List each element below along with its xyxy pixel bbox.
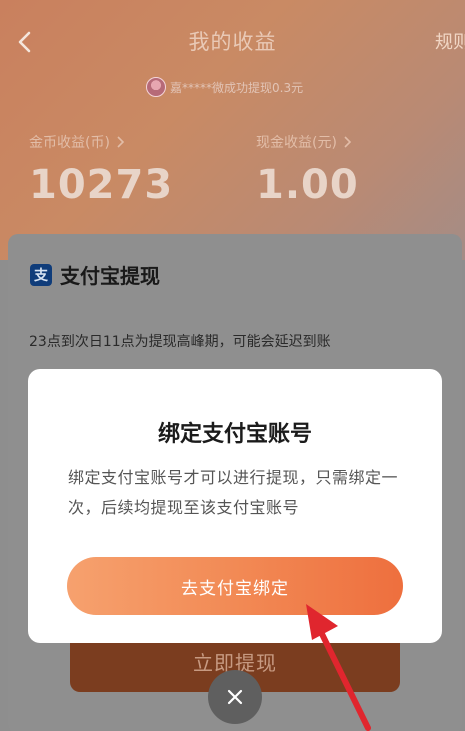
rules-link[interactable]: 规则	[435, 28, 465, 54]
cash-earnings-value: 1.00	[256, 162, 359, 208]
coin-earnings-label-row: 金币收益(币)	[29, 132, 173, 152]
withdraw-marquee: 嘉*****微成功提现0.3元	[146, 76, 303, 98]
card-header: 支 支付宝提现	[30, 260, 160, 289]
coin-earnings-label: 金币收益(币)	[29, 135, 110, 151]
close-icon[interactable]	[208, 670, 262, 724]
dialog-title: 绑定支付宝账号	[157, 422, 312, 447]
chevron-right-icon	[344, 136, 352, 148]
alipay-logo-icon: 支	[30, 263, 52, 286]
peak-notice: 23点到次日11点为提现高峰期，可能会延迟到账	[29, 334, 331, 350]
coin-earnings-value: 10273	[29, 162, 174, 208]
page-title: 我的收益	[188, 30, 277, 54]
cash-earnings[interactable]: 现金收益(元) 1.00	[256, 132, 359, 208]
avatar	[146, 77, 166, 97]
marquee-text: 嘉*****微成功提现0.3元	[170, 80, 304, 95]
cash-earnings-label-row: 现金收益(元)	[256, 132, 359, 152]
coin-earnings[interactable]: 金币收益(币) 10273	[29, 132, 173, 208]
chevron-right-icon	[117, 136, 125, 148]
card-title: 支付宝提现	[60, 264, 160, 288]
annotation-arrow-icon	[306, 604, 371, 731]
cash-earnings-label: 现金收益(元)	[256, 135, 337, 151]
dialog-description: 绑定支付宝账号才可以进行提现，只需绑定一次，后续均提现至该支付宝账号	[68, 468, 399, 517]
